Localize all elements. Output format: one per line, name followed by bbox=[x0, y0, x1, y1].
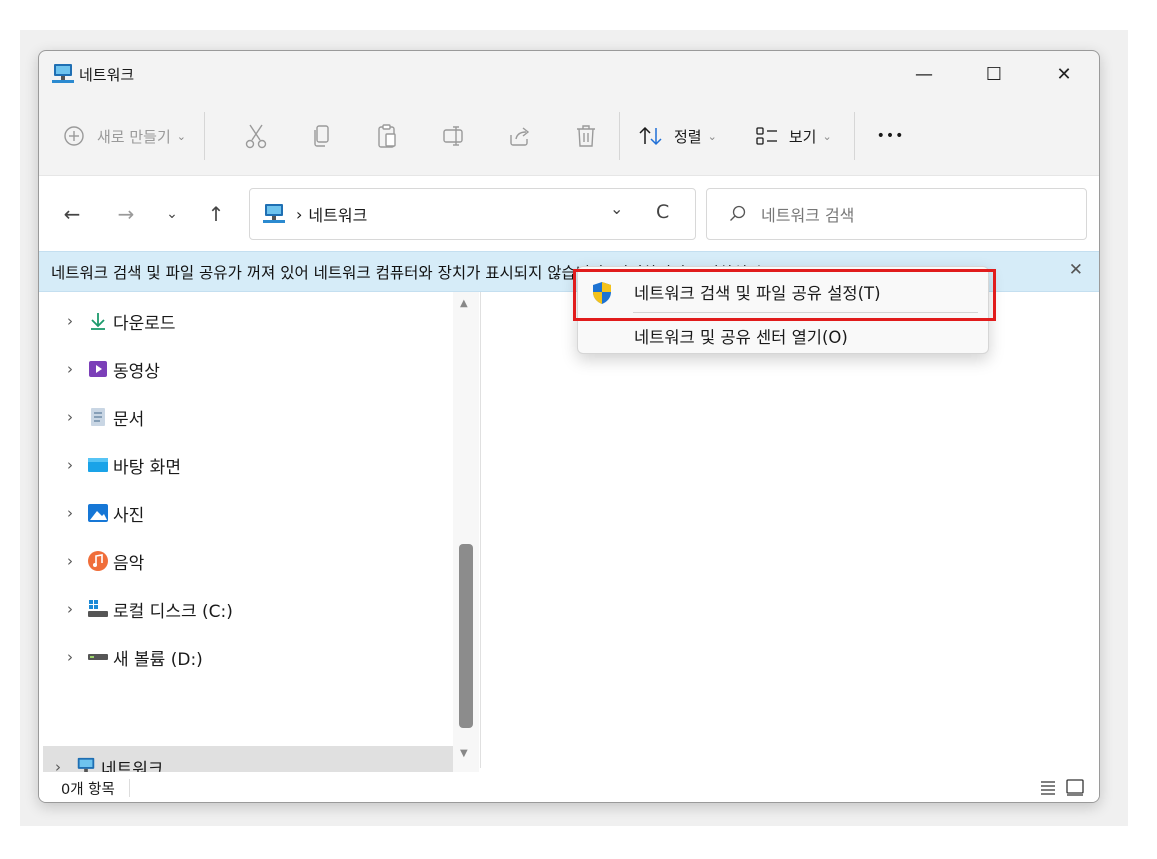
sidebar-item-videos[interactable]: › 동영상 bbox=[43, 348, 453, 390]
expand-chevron-icon[interactable]: › bbox=[61, 408, 79, 426]
chevron-down-icon: ⌄ bbox=[707, 129, 717, 143]
expand-chevron-icon[interactable]: › bbox=[61, 312, 79, 330]
rename-icon bbox=[443, 126, 463, 146]
download-icon bbox=[87, 310, 109, 332]
sort-icon bbox=[639, 126, 662, 146]
video-icon bbox=[87, 358, 109, 380]
scrollbar-thumb[interactable] bbox=[459, 544, 473, 728]
expand-chevron-icon[interactable]: › bbox=[61, 360, 79, 378]
search-placeholder: 네트워크 검색 bbox=[761, 206, 855, 225]
file-explorer-window: 네트워크 — ☐ ✕ 새로 만들기 ⌄ 정렬 ⌄ 보기 ⌄ ••• ← → ⌄ … bbox=[38, 50, 1100, 803]
sidebar-item-label: 문서 bbox=[113, 409, 145, 430]
tiles-view-icon[interactable] bbox=[1065, 778, 1085, 796]
search-box[interactable]: 네트워크 검색 bbox=[706, 188, 1087, 240]
window-title: 네트워크 bbox=[79, 65, 135, 84]
scissors-icon bbox=[245, 124, 267, 149]
pictures-icon bbox=[87, 502, 109, 524]
close-button[interactable]: ✕ bbox=[1029, 51, 1099, 97]
trash-icon bbox=[577, 125, 595, 147]
sidebar-item-music[interactable]: › 음악 bbox=[43, 540, 453, 582]
navigation-scrollbar[interactable]: ▲ ▼ bbox=[453, 292, 479, 772]
clipboard-icon bbox=[378, 124, 396, 148]
address-dropdown-button[interactable]: ⌄ bbox=[610, 199, 623, 218]
copy-icon bbox=[314, 125, 329, 147]
expand-chevron-icon[interactable]: › bbox=[61, 648, 79, 666]
view-label: 보기 bbox=[788, 127, 817, 146]
toolbar-divider bbox=[204, 112, 205, 160]
search-icon bbox=[730, 205, 746, 221]
sidebar-item-label: 음악 bbox=[113, 553, 145, 574]
pane-divider[interactable] bbox=[480, 292, 481, 768]
scroll-down-arrow-icon[interactable]: ▼ bbox=[460, 748, 468, 759]
sidebar-item-label: 사진 bbox=[113, 505, 145, 526]
sidebar-item-local-disk-c[interactable]: › 로컬 디스크 (C:) bbox=[43, 588, 453, 630]
title-bar: 네트워크 — ☐ ✕ bbox=[39, 51, 1099, 97]
delete-button[interactable] bbox=[572, 122, 600, 150]
info-bar-close-button[interactable]: ✕ bbox=[1069, 260, 1083, 280]
expand-chevron-icon[interactable]: › bbox=[61, 504, 79, 522]
sidebar-item-label: 동영상 bbox=[113, 361, 160, 382]
red-highlight-box bbox=[573, 269, 996, 321]
sidebar-item-label: 바탕 화면 bbox=[113, 457, 181, 478]
expand-chevron-icon[interactable]: › bbox=[61, 600, 79, 618]
content-area: › 다운로드 › 동영상 › 문서 › 바탕 화면 › 사진 › 음악 › 로컬… bbox=[39, 292, 1099, 788]
chevron-down-icon: ⌄ bbox=[822, 129, 832, 143]
toolbar-divider bbox=[619, 112, 620, 160]
drive-icon bbox=[87, 646, 109, 668]
status-bar: 0개 항목 bbox=[39, 772, 1099, 802]
sort-button[interactable]: 정렬 ⌄ bbox=[638, 125, 717, 147]
recent-locations-button[interactable]: ⌄ bbox=[157, 200, 187, 228]
new-button[interactable]: 새로 만들기 ⌄ bbox=[63, 125, 186, 147]
sidebar-item-label: 새 볼륨 (D:) bbox=[113, 649, 203, 670]
sidebar-item-pictures[interactable]: › 사진 bbox=[43, 492, 453, 534]
network-icon bbox=[263, 204, 285, 223]
view-button[interactable]: 보기 ⌄ bbox=[755, 125, 832, 147]
navigation-pane: › 다운로드 › 동영상 › 문서 › 바탕 화면 › 사진 › 음악 › 로컬… bbox=[39, 292, 479, 788]
share-icon bbox=[510, 127, 530, 146]
paste-button[interactable] bbox=[374, 122, 402, 150]
network-icon bbox=[52, 64, 74, 83]
command-bar: 새로 만들기 ⌄ 정렬 ⌄ 보기 ⌄ ••• bbox=[39, 97, 1099, 175]
sidebar-item-downloads[interactable]: › 다운로드 bbox=[43, 300, 453, 342]
back-button[interactable]: ← bbox=[57, 200, 87, 228]
new-label: 새로 만들기 bbox=[97, 127, 171, 146]
breadcrumb-network[interactable]: 네트워크 bbox=[308, 202, 367, 226]
forward-button[interactable]: → bbox=[111, 200, 141, 228]
sidebar-item-documents[interactable]: › 문서 bbox=[43, 396, 453, 438]
sort-label: 정렬 bbox=[674, 127, 702, 146]
local-disk-icon bbox=[87, 598, 109, 620]
minimize-button[interactable]: — bbox=[889, 51, 959, 97]
copy-button[interactable] bbox=[308, 122, 336, 150]
address-bar[interactable]: › 네트워크 ⌄ C bbox=[249, 188, 696, 240]
rename-button[interactable] bbox=[440, 122, 468, 150]
sidebar-item-desktop[interactable]: › 바탕 화면 bbox=[43, 444, 453, 486]
more-options-button[interactable]: ••• bbox=[877, 128, 905, 144]
toolbar-divider bbox=[853, 112, 855, 160]
details-view-icon[interactable] bbox=[1039, 778, 1057, 796]
item-count: 0개 항목 bbox=[61, 781, 115, 798]
view-layout-icon bbox=[756, 127, 777, 145]
share-button[interactable] bbox=[506, 122, 534, 150]
address-row: ← → ⌄ ↑ › 네트워크 ⌄ C 네트워크 검색 bbox=[39, 175, 1099, 251]
scroll-up-arrow-icon[interactable]: ▲ bbox=[460, 298, 468, 309]
document-icon bbox=[87, 406, 109, 428]
cut-button[interactable] bbox=[242, 122, 270, 150]
expand-chevron-icon[interactable]: › bbox=[61, 456, 79, 474]
sidebar-item-label: 다운로드 bbox=[113, 313, 176, 334]
desktop-icon bbox=[87, 454, 109, 476]
plus-circle-icon bbox=[64, 126, 84, 146]
context-item-label: 네트워크 및 공유 센터 열기(O) bbox=[634, 328, 848, 347]
refresh-button[interactable]: C bbox=[656, 201, 669, 223]
sidebar-item-volume-d[interactable]: › 새 볼륨 (D:) bbox=[43, 636, 453, 678]
expand-chevron-icon[interactable]: › bbox=[61, 552, 79, 570]
sidebar-item-label: 로컬 디스크 (C:) bbox=[113, 601, 233, 622]
chevron-down-icon: ⌄ bbox=[176, 129, 186, 143]
music-icon bbox=[87, 550, 109, 572]
status-divider bbox=[128, 779, 130, 797]
context-item-open-sharing-center[interactable]: 네트워크 및 공유 센터 열기(O) bbox=[578, 315, 988, 357]
maximize-button[interactable]: ☐ bbox=[959, 51, 1029, 97]
breadcrumb-separator: › bbox=[296, 204, 303, 224]
up-button[interactable]: ↑ bbox=[201, 200, 231, 228]
